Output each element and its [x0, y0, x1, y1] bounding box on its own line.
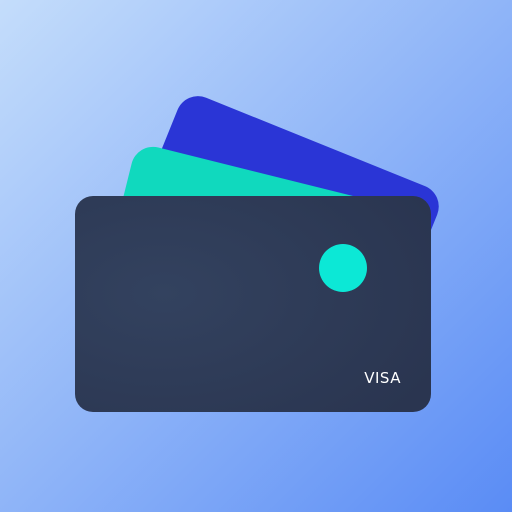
card-brand-label: VISA	[364, 369, 401, 387]
wallet-app-icon	[0, 0, 512, 512]
card-chip	[319, 244, 367, 292]
